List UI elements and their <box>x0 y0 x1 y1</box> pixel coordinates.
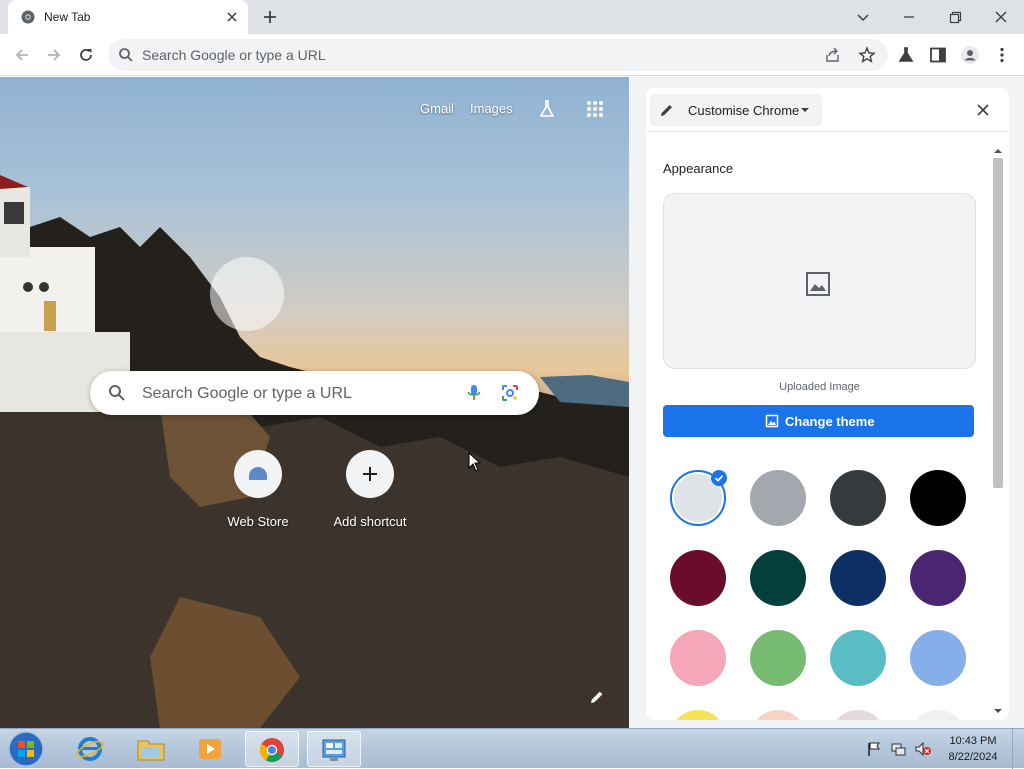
share-icon[interactable] <box>824 46 842 64</box>
windows-taskbar: 10:43 PM 8/22/2024 <box>0 728 1024 769</box>
plus-icon <box>363 467 377 481</box>
theme-preview[interactable] <box>663 193 976 369</box>
panel-header: Customise Chrome <box>646 88 1009 132</box>
new-tab-page: Gmail Images Search Google or type a URL <box>0 77 629 728</box>
theme-color-swatch[interactable] <box>750 550 806 606</box>
omnibox-placeholder: Search Google or type a URL <box>142 47 326 63</box>
theme-color-swatch[interactable] <box>670 630 726 686</box>
clock-date[interactable]: 8/22/2024 <box>940 751 1006 763</box>
shortcut-label: Add shortcut <box>333 514 407 529</box>
shortcut-add[interactable]: Add shortcut <box>315 450 425 540</box>
taskbar-internet-explorer[interactable] <box>64 731 118 767</box>
minimize-icon[interactable] <box>898 6 920 28</box>
side-panel-icon[interactable] <box>928 45 948 65</box>
search-icon <box>119 48 133 62</box>
theme-color-swatch[interactable] <box>910 550 966 606</box>
internet-explorer-icon <box>76 737 104 761</box>
apps-grid-icon[interactable] <box>585 99 605 119</box>
taskbar-media-player[interactable] <box>184 731 238 767</box>
theme-color-swatch[interactable] <box>830 710 886 720</box>
panel-selector-label: Customise Chrome <box>688 103 800 118</box>
gmail-link[interactable]: Gmail <box>420 101 454 116</box>
tab-search-icon[interactable] <box>852 6 874 28</box>
shortcut-label: Web Store <box>227 514 289 529</box>
chrome-icon <box>21 10 35 24</box>
labs-icon[interactable] <box>896 45 916 65</box>
theme-color-swatch[interactable] <box>670 550 726 606</box>
shortcut-tile <box>346 450 394 498</box>
action-center-flag-icon[interactable] <box>866 741 882 757</box>
google-logo-placeholder <box>210 257 284 331</box>
uploaded-image-caption: Uploaded Image <box>779 381 860 393</box>
chrome-icon <box>260 738 284 763</box>
taskbar-control-panel[interactable] <box>307 731 361 767</box>
image-icon <box>806 272 830 296</box>
toolbar: Search Google or type a URL <box>0 34 1024 76</box>
restore-icon[interactable] <box>944 6 966 28</box>
close-window-icon[interactable] <box>990 6 1012 28</box>
panel-scrollbar[interactable] <box>991 146 1005 718</box>
tab-strip: New Tab <box>0 0 1024 34</box>
theme-color-swatch[interactable] <box>830 550 886 606</box>
theme-color-swatch[interactable] <box>910 470 966 526</box>
pencil-icon <box>661 105 672 116</box>
ntp-search-box[interactable]: Search Google or type a URL <box>90 371 539 415</box>
menu-icon[interactable] <box>992 45 1012 65</box>
theme-color-swatch[interactable] <box>670 710 726 720</box>
back-icon[interactable] <box>12 45 32 65</box>
appearance-heading: Appearance <box>663 161 734 176</box>
control-panel-icon <box>322 739 346 761</box>
volume-muted-icon[interactable] <box>914 741 932 757</box>
web-store-icon <box>249 467 267 480</box>
taskbar-chrome[interactable] <box>245 731 299 767</box>
reload-icon[interactable] <box>76 45 96 65</box>
profile-avatar-icon[interactable] <box>960 45 980 65</box>
bookmark-star-icon[interactable] <box>858 46 876 64</box>
new-tab-button[interactable] <box>260 7 280 27</box>
theme-color-swatch[interactable] <box>830 630 886 686</box>
shortcut-web-store[interactable]: Web Store <box>203 450 313 540</box>
labs-flask-icon[interactable] <box>537 99 557 119</box>
media-player-icon <box>199 739 221 759</box>
tab-new-tab[interactable]: New Tab <box>8 0 248 34</box>
theme-color-swatch[interactable] <box>750 470 806 526</box>
voice-search-icon[interactable] <box>464 383 484 403</box>
clock-time[interactable]: 10:43 PM <box>940 735 1006 747</box>
network-icon[interactable] <box>890 741 906 757</box>
taskbar-file-explorer[interactable] <box>124 731 178 767</box>
change-theme-label: Change theme <box>785 414 875 429</box>
change-theme-button[interactable]: Change theme <box>663 405 974 437</box>
customize-pencil-icon[interactable] <box>588 688 606 706</box>
images-link[interactable]: Images <box>470 101 513 116</box>
theme-color-swatch[interactable] <box>830 470 886 526</box>
selected-check-icon <box>711 470 727 486</box>
start-button-icon[interactable] <box>6 730 46 768</box>
theme-color-swatch[interactable] <box>910 710 966 720</box>
ntp-search-placeholder: Search Google or type a URL <box>142 385 352 402</box>
shortcut-tile <box>234 450 282 498</box>
theme-color-swatch[interactable] <box>910 630 966 686</box>
close-tab-icon[interactable] <box>224 9 240 25</box>
google-lens-icon[interactable] <box>500 383 520 403</box>
panel-selector-dropdown[interactable]: Customise Chrome <box>650 94 822 126</box>
mouse-cursor-icon <box>468 452 482 472</box>
forward-icon[interactable] <box>44 45 64 65</box>
show-desktop-button[interactable] <box>1012 729 1024 769</box>
tab-title: New Tab <box>44 10 91 24</box>
dropdown-arrow-icon <box>801 108 809 112</box>
search-icon <box>109 385 125 401</box>
customize-chrome-panel: Customise Chrome Appearance Uploaded Ima… <box>646 88 1009 720</box>
close-panel-icon[interactable] <box>976 103 990 117</box>
folder-icon <box>137 740 165 761</box>
theme-color-swatch[interactable] <box>750 710 806 720</box>
side-panel: Customise Chrome Appearance Uploaded Ima… <box>629 77 1024 728</box>
omnibox[interactable]: Search Google or type a URL <box>108 39 888 71</box>
image-icon <box>765 414 779 428</box>
theme-color-swatch[interactable] <box>670 470 727 526</box>
theme-color-swatch[interactable] <box>750 630 806 686</box>
